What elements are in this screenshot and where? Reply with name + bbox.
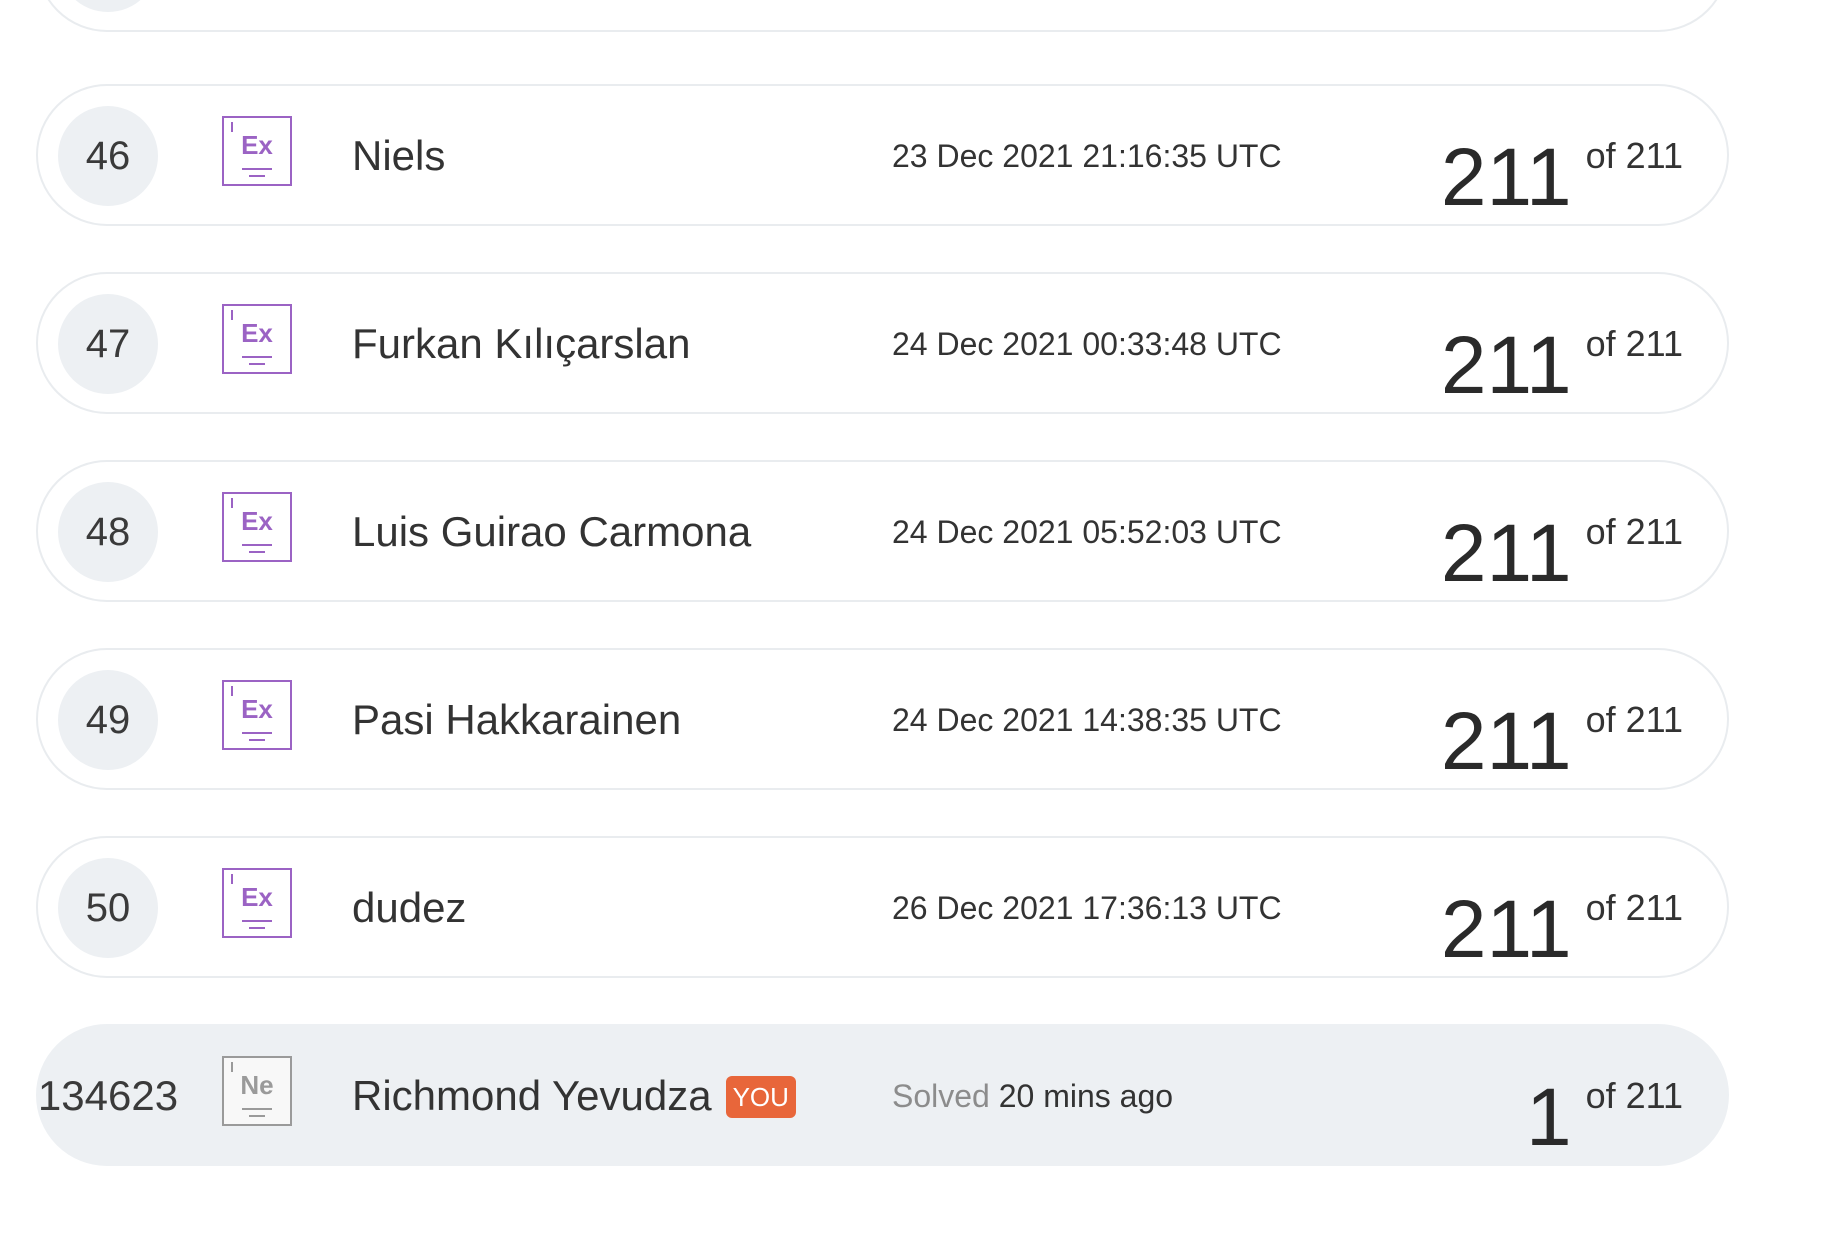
score: 211 of 211 <box>1441 106 1683 223</box>
expert-rank-icon: Ex <box>222 680 292 750</box>
user-name-link[interactable]: Richmond Yevudza <box>352 1072 712 1119</box>
expert-rank-icon: Ex <box>222 492 292 562</box>
expert-rank-icon: Ex <box>222 116 292 186</box>
solve-timestamp: 26 Dec 2021 17:36:13 UTC <box>892 890 1282 926</box>
leaderboard: 46 Ex Niels 23 Dec 2021 21:16:35 UTC 211… <box>0 0 1843 1248</box>
rank-number: 50 <box>58 858 158 958</box>
user-name-link[interactable]: Furkan Kılıçarslan <box>352 316 690 372</box>
solved-time: 20 mins ago <box>998 1078 1174 1114</box>
leaderboard-row[interactable]: 48 Ex Luis Guirao Carmona 24 Dec 2021 05… <box>36 460 1729 602</box>
total-count: of 211 <box>1585 323 1683 364</box>
leaderboard-row[interactable]: 46 Ex Niels 23 Dec 2021 21:16:35 UTC 211… <box>36 84 1729 226</box>
rank-badge-symbol: Ex <box>241 506 273 536</box>
total-count: of 211 <box>1585 135 1683 176</box>
expert-rank-icon: Ex <box>222 304 292 374</box>
solved-count: 211 <box>1440 131 1572 223</box>
rank-badge-symbol: Ex <box>241 318 273 348</box>
leaderboard-row[interactable]: 49 Ex Pasi Hakkarainen 24 Dec 2021 14:38… <box>36 648 1729 790</box>
score: 211 of 211 <box>1441 670 1683 787</box>
rank-circle <box>58 0 158 12</box>
rank-number: 49 <box>58 670 158 770</box>
solve-timestamp: 23 Dec 2021 21:16:35 UTC <box>892 138 1282 174</box>
user-name-link[interactable]: dudez <box>352 880 466 936</box>
total-count: of 211 <box>1585 887 1683 928</box>
solved-count: 211 <box>1440 319 1572 411</box>
solved-label: Solved <box>892 1078 990 1114</box>
solved-count: 211 <box>1440 507 1572 599</box>
rank-number: 46 <box>58 106 158 206</box>
solved-count: 211 <box>1440 695 1572 787</box>
current-user-row[interactable]: 134623 Ne Richmond Yevudza YOU Solved 20 … <box>36 1024 1729 1166</box>
you-badge: YOU <box>725 1076 796 1118</box>
total-count: of 211 <box>1585 699 1683 740</box>
score: 211 of 211 <box>1441 482 1683 599</box>
rank-number: 134623 <box>37 1072 179 1119</box>
newbie-rank-icon: Ne <box>222 1056 292 1126</box>
total-count: of 211 <box>1585 1075 1683 1116</box>
solve-timestamp: 24 Dec 2021 05:52:03 UTC <box>892 514 1282 550</box>
solved-count: 1 <box>1525 1071 1572 1163</box>
score: 1 of 211 <box>1526 1046 1683 1163</box>
solve-timestamp: 24 Dec 2021 00:33:48 UTC <box>892 326 1282 362</box>
solve-timestamp: 24 Dec 2021 14:38:35 UTC <box>892 702 1282 738</box>
rank-badge-symbol: Ex <box>241 130 273 160</box>
rank-badge-symbol: Ex <box>241 694 273 724</box>
solve-status: Solved 20 mins ago <box>892 1076 1173 1116</box>
leaderboard-row-partial <box>36 0 1729 32</box>
score: 211 of 211 <box>1441 858 1683 975</box>
total-count: of 211 <box>1585 511 1683 552</box>
solved-count: 211 <box>1440 883 1572 975</box>
rank-badge-symbol: Ne <box>240 1070 274 1100</box>
expert-rank-icon: Ex <box>222 868 292 938</box>
leaderboard-row[interactable]: 50 Ex dudez 26 Dec 2021 17:36:13 UTC 211… <box>36 836 1729 978</box>
rank-badge-symbol: Ex <box>241 882 273 912</box>
current-user-name[interactable]: Richmond Yevudza YOU <box>352 1068 796 1124</box>
score: 211 of 211 <box>1441 294 1683 411</box>
rank-number: 47 <box>58 294 158 394</box>
user-name-link[interactable]: Luis Guirao Carmona <box>352 504 751 560</box>
rank-number: 48 <box>58 482 158 582</box>
user-name-link[interactable]: Niels <box>352 128 445 184</box>
user-name-link[interactable]: Pasi Hakkarainen <box>352 692 681 748</box>
leaderboard-row[interactable]: 47 Ex Furkan Kılıçarslan 24 Dec 2021 00:… <box>36 272 1729 414</box>
